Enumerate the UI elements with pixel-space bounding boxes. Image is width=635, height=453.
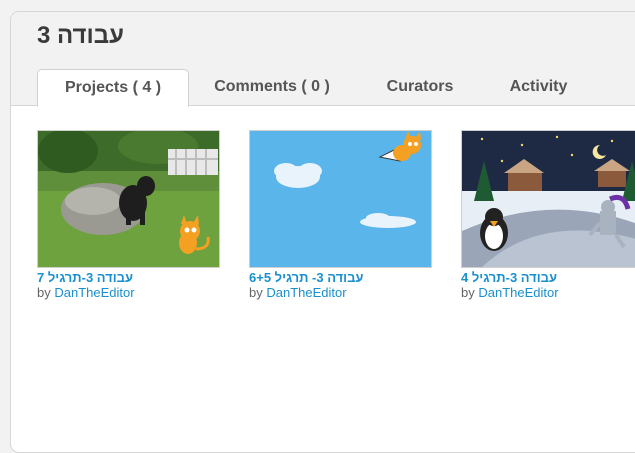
studio-header: עבודה 3 Projects ( 4 ) Comments ( 0 ) Cu…: [11, 12, 635, 107]
project-thumbnail[interactable]: [249, 130, 432, 268]
by-label: by: [249, 285, 263, 300]
tab-comments[interactable]: Comments ( 0 ): [207, 69, 337, 105]
project-thumbnail[interactable]: [461, 130, 635, 268]
author-link[interactable]: DanTheEditor: [54, 285, 134, 300]
project-title-link[interactable]: עבודה 3-תרגיל 4: [461, 270, 557, 285]
project-title-link[interactable]: עבודה 3-תרגיל 7: [37, 270, 133, 285]
project-byline: by DanTheEditor: [461, 285, 559, 300]
tab-activity[interactable]: Activity: [501, 69, 576, 105]
page-title: עבודה 3: [37, 22, 124, 49]
studio-panel: עבודה 3 Projects ( 4 ) Comments ( 0 ) Cu…: [10, 11, 635, 453]
by-label: by: [37, 285, 51, 300]
by-label: by: [461, 285, 475, 300]
project-title-link[interactable]: עבודה 3- תרגיל 6+5: [249, 270, 363, 285]
project-byline: by DanTheEditor: [249, 285, 347, 300]
project-thumbnail[interactable]: [37, 130, 220, 268]
author-link[interactable]: DanTheEditor: [478, 285, 558, 300]
tab-curators[interactable]: Curators: [375, 69, 465, 105]
project-byline: by DanTheEditor: [37, 285, 135, 300]
author-link[interactable]: DanTheEditor: [266, 285, 346, 300]
tab-projects[interactable]: Projects ( 4 ): [37, 69, 189, 107]
